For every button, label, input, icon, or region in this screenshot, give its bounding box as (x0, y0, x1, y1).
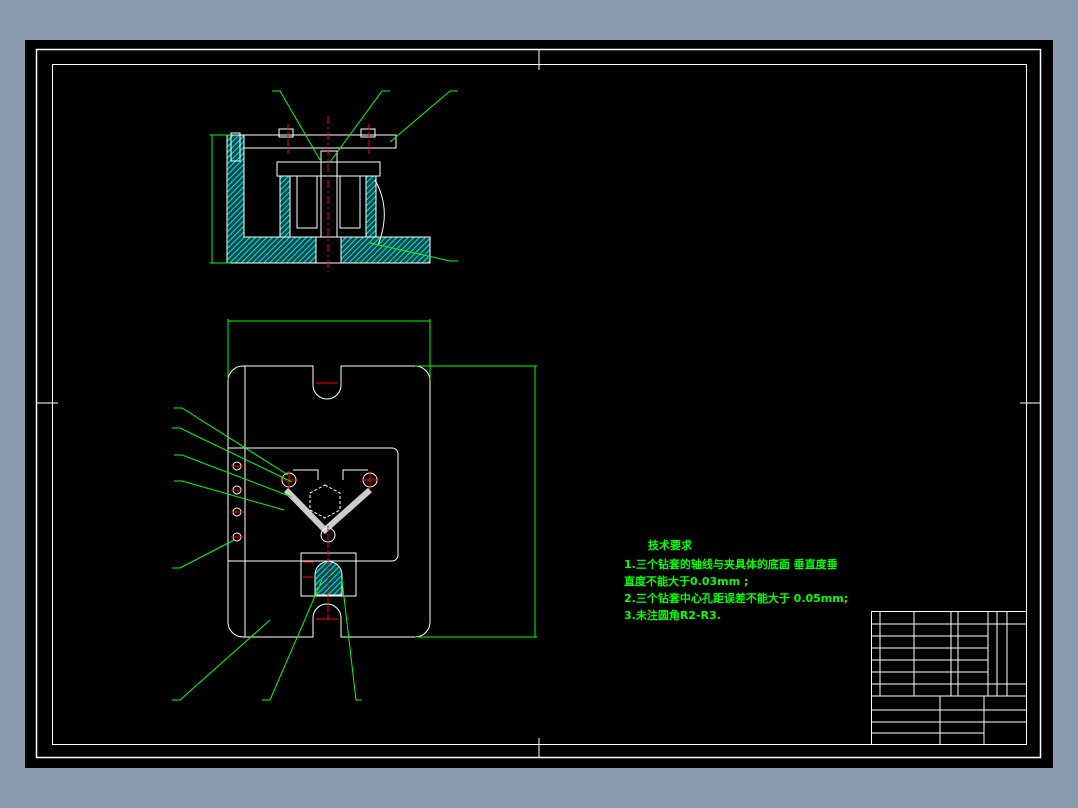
requirement-line: 1.三个钻套的轴线与夹具体的底面 垂直度垂 (624, 558, 838, 571)
plan-view-dimensions (172, 319, 537, 701)
requirement-line: 3.未注圆角R2-R3. (624, 609, 721, 622)
center-marks (36, 49, 1040, 757)
drawing-sheet (35, 48, 1042, 759)
requirement-line: 直度不能大于0.03mm ; (624, 575, 749, 588)
requirement-line: 2.三个钻套中心孔距误差不能大于 0.05mm; (624, 592, 849, 605)
requirements-title: 技术要求 (648, 539, 692, 552)
section-view (226, 116, 431, 272)
outer-frame (35, 48, 1042, 759)
title-block (871, 611, 1027, 745)
plan-view (227, 365, 431, 638)
